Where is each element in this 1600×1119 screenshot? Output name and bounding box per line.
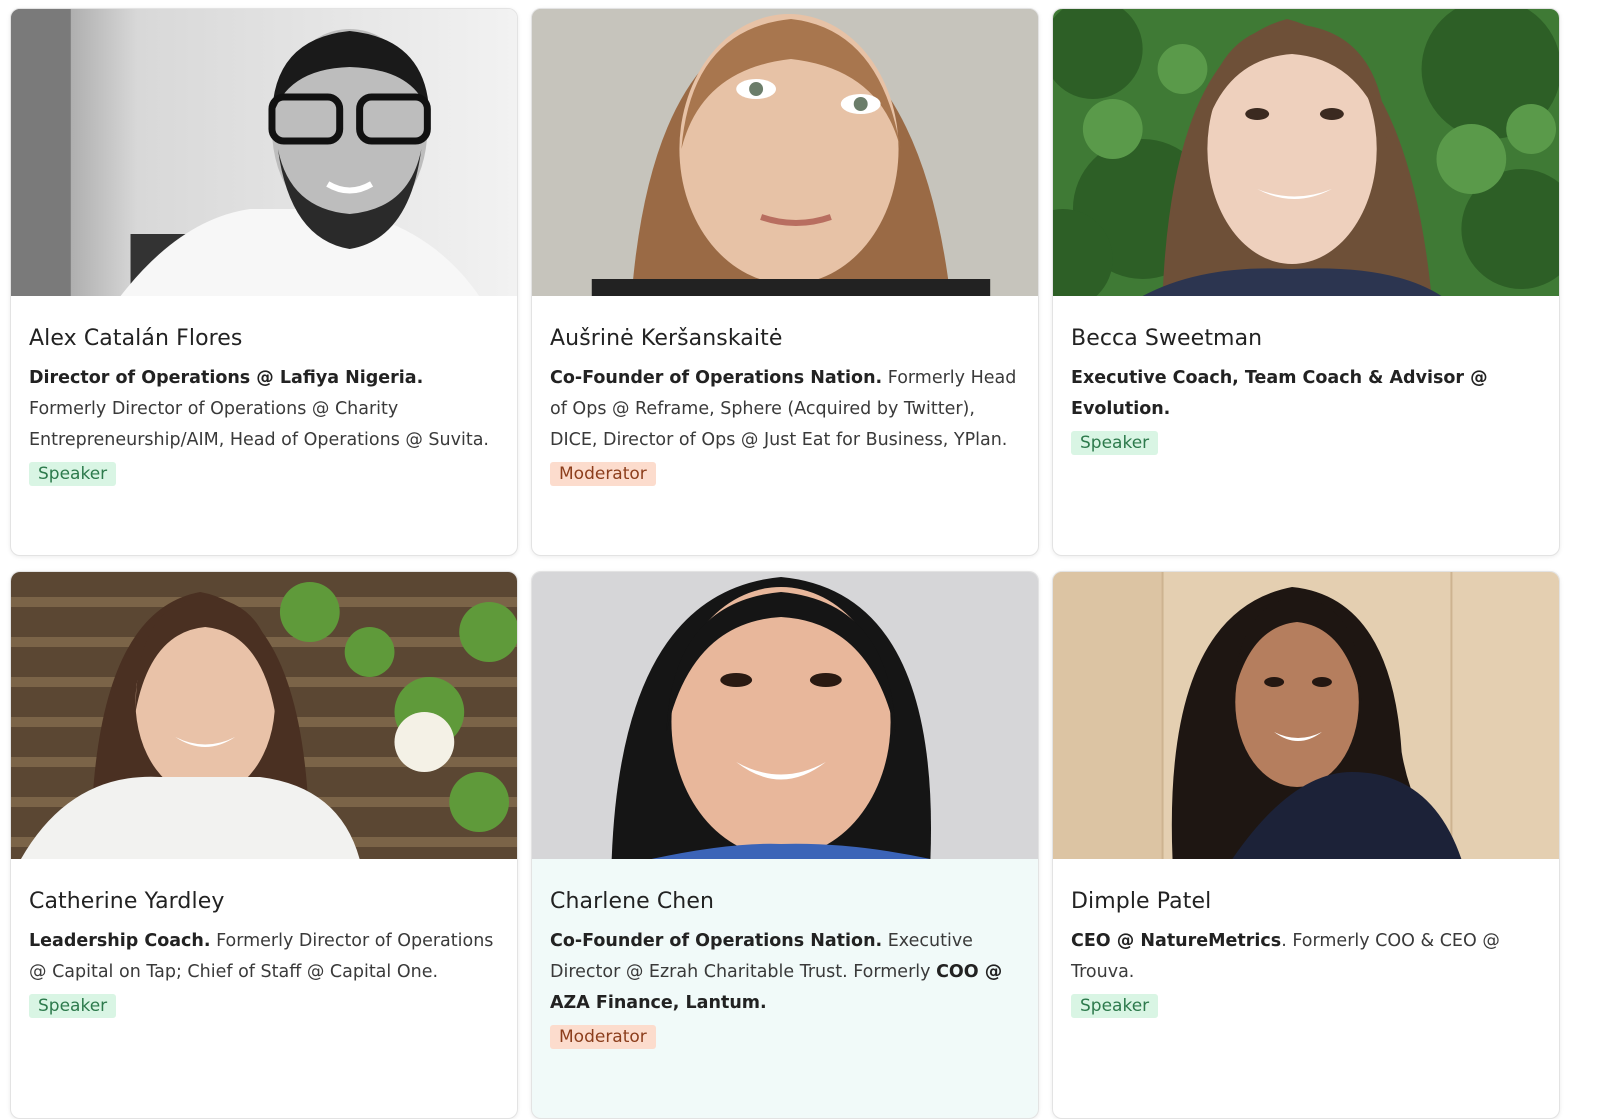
- speaker-role-badge: Speaker: [1071, 994, 1159, 1018]
- speaker-photo: [1053, 9, 1559, 296]
- speaker-name: Charlene Chen: [550, 889, 715, 914]
- speaker-name: Dimple Patel: [1071, 889, 1212, 914]
- speaker-bio: Director of Operations @ Lafiya Nigeria.…: [29, 368, 489, 450]
- speaker-card-charlene[interactable]: Charlene Chen Co-Founder of Operations N…: [531, 571, 1039, 1119]
- speaker-card-dimple[interactable]: Dimple Patel CEO @ NatureMetrics. Former…: [1052, 571, 1560, 1119]
- speaker-photo: [11, 9, 517, 296]
- speaker-bio: Co-Founder of Operations Nation. Executi…: [550, 931, 1003, 1013]
- speaker-name: Alex Catalán Flores: [29, 326, 243, 351]
- speaker-photo: [1053, 572, 1559, 859]
- speaker-photo: [11, 572, 517, 859]
- speaker-card-becca[interactable]: Becca Sweetman Executive Coach, Team Coa…: [1052, 8, 1560, 556]
- moderator-role-badge: Moderator: [550, 1025, 656, 1049]
- speaker-photo: [532, 9, 1038, 296]
- speaker-card-catherine[interactable]: Catherine Yardley Leadership Coach. Form…: [10, 571, 518, 1119]
- speaker-role-badge: Speaker: [29, 462, 117, 486]
- speaker-role-badge: Speaker: [29, 994, 117, 1018]
- speaker-bio: Executive Coach, Team Coach & Advisor @ …: [1071, 368, 1488, 419]
- speaker-name: Becca Sweetman: [1071, 326, 1263, 351]
- speaker-name: Aušrinė Keršanskaitė: [550, 326, 783, 351]
- speaker-card-ausrine[interactable]: Aušrinė Keršanskaitė Co-Founder of Opera…: [531, 8, 1039, 556]
- speaker-photo: [532, 572, 1038, 859]
- speaker-role-badge: Speaker: [1071, 431, 1159, 455]
- speaker-grid: Alex Catalán Flores Director of Operatio…: [10, 8, 1560, 1119]
- moderator-role-badge: Moderator: [550, 462, 656, 486]
- speaker-card-alex[interactable]: Alex Catalán Flores Director of Operatio…: [10, 8, 518, 556]
- speaker-bio: CEO @ NatureMetrics. Formerly COO & CEO …: [1071, 931, 1500, 982]
- speaker-name: Catherine Yardley: [29, 889, 225, 914]
- speaker-bio: Leadership Coach. Formerly Director of O…: [29, 931, 494, 982]
- speaker-bio: Co-Founder of Operations Nation. Formerl…: [550, 368, 1017, 450]
